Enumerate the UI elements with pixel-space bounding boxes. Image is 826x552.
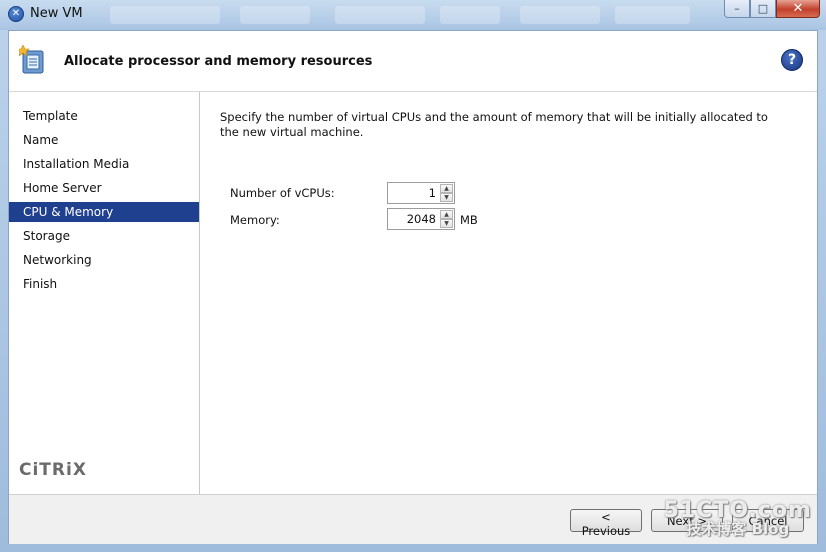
memory-increment-icon[interactable]: ▲ xyxy=(440,210,453,219)
citrix-logo: CiTRiX xyxy=(19,460,87,480)
sidebar-item-installation-media[interactable]: Installation Media xyxy=(9,154,199,174)
vcpus-increment-icon[interactable]: ▲ xyxy=(440,184,453,193)
memory-unit-label: MB xyxy=(460,213,478,227)
vcpus-label: Number of vCPUs: xyxy=(230,186,335,200)
memory-input[interactable] xyxy=(388,209,440,229)
title-bar[interactable]: ✕ New VM – □ ✕ xyxy=(0,0,826,30)
background-toolbar-ghost xyxy=(615,6,690,24)
sidebar-item-storage[interactable]: Storage xyxy=(9,226,199,246)
close-button[interactable]: ✕ xyxy=(776,0,820,18)
memory-label: Memory: xyxy=(230,213,280,227)
sidebar-item-name[interactable]: Name xyxy=(9,130,199,150)
previous-button[interactable]: < Previous xyxy=(570,509,642,538)
vm-wizard-icon xyxy=(19,45,44,74)
new-vm-window: ✕ New VM – □ ✕ Allocate processor and me… xyxy=(0,0,826,552)
app-icon: ✕ xyxy=(8,6,24,22)
wizard-steps-sidebar: Template Name Installation Media Home Se… xyxy=(9,92,200,494)
background-toolbar-ghost xyxy=(110,6,220,24)
background-toolbar-ghost xyxy=(440,6,500,24)
sidebar-item-cpu-memory[interactable]: CPU & Memory xyxy=(9,202,199,222)
memory-stepper[interactable]: ▲ ▼ xyxy=(387,208,455,230)
wizard-content-panel: Specify the number of virtual CPUs and t… xyxy=(200,92,817,494)
site-watermark: 51CTO.com 技术博客 Blog xyxy=(664,499,812,538)
vcpus-input[interactable] xyxy=(388,183,440,203)
watermark-line-2: 技术博客 Blog xyxy=(686,520,790,539)
sidebar-item-template[interactable]: Template xyxy=(9,106,199,126)
background-toolbar-ghost xyxy=(335,6,425,24)
maximize-button[interactable]: □ xyxy=(750,0,776,18)
wizard-header: Allocate processor and memory resources … xyxy=(9,31,817,92)
wizard-client-area: Allocate processor and memory resources … xyxy=(8,30,818,544)
vcpus-decrement-icon[interactable]: ▼ xyxy=(440,193,453,202)
background-toolbar-ghost xyxy=(520,6,600,24)
watermark-line-1: 51CTO.com xyxy=(663,498,812,524)
minimize-button[interactable]: – xyxy=(724,0,750,18)
sidebar-item-networking[interactable]: Networking xyxy=(9,250,199,270)
instruction-text: Specify the number of virtual CPUs and t… xyxy=(220,110,768,139)
memory-stepper-arrows: ▲ ▼ xyxy=(440,210,453,228)
page-title: Allocate processor and memory resources xyxy=(64,54,373,69)
window-controls: – □ ✕ xyxy=(724,0,820,18)
vcpus-stepper[interactable]: ▲ ▼ xyxy=(387,182,455,204)
help-icon[interactable]: ? xyxy=(781,49,803,71)
wizard-steps-list: Template Name Installation Media Home Se… xyxy=(9,92,199,294)
window-title: New VM xyxy=(30,6,83,21)
sidebar-item-home-server[interactable]: Home Server xyxy=(9,178,199,198)
vcpus-stepper-arrows: ▲ ▼ xyxy=(440,184,453,202)
memory-decrement-icon[interactable]: ▼ xyxy=(440,219,453,228)
background-toolbar-ghost xyxy=(240,6,310,24)
sidebar-item-finish[interactable]: Finish xyxy=(9,274,199,294)
